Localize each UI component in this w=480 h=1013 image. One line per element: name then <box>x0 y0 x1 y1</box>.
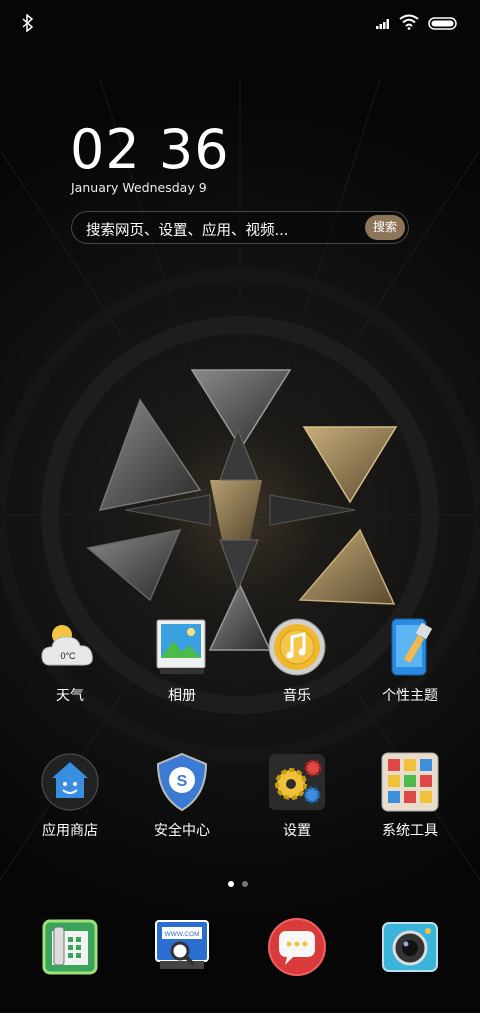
app-label: 音乐 <box>283 688 311 704</box>
weather-icon: 0°C <box>38 615 102 679</box>
app-label: 天气 <box>56 688 84 704</box>
battery-icon <box>428 17 457 30</box>
app-store-icon <box>38 750 102 814</box>
dock-browser[interactable]: WWW.COM <box>134 915 230 979</box>
app-label: 设置 <box>283 823 311 839</box>
app-gallery[interactable]: 相册 <box>134 615 230 705</box>
search-button[interactable]: 搜索 <box>365 215 405 240</box>
system-tools-icon <box>378 750 442 814</box>
app-label: 相册 <box>168 688 196 704</box>
app-label: 安全中心 <box>154 823 210 839</box>
search-placeholder[interactable]: 搜索网页、设置、应用、视频... <box>86 219 288 240</box>
app-store[interactable]: 应用商店 <box>22 750 118 840</box>
app-label: 系统工具 <box>382 823 438 839</box>
app-label: 个性主题 <box>382 688 438 704</box>
gallery-icon <box>150 615 214 679</box>
page-dot[interactable] <box>242 881 248 887</box>
wifi-icon <box>399 14 419 30</box>
music-icon <box>265 615 329 679</box>
page-indicator[interactable] <box>228 872 256 891</box>
svg-text:WWW.COM: WWW.COM <box>164 931 199 938</box>
status-bar <box>0 0 480 50</box>
svg-text:0°C: 0°C <box>60 651 76 661</box>
page-dot-active[interactable] <box>228 881 234 887</box>
svg-text:S: S <box>177 773 188 790</box>
app-label: 应用商店 <box>42 823 98 839</box>
bluetooth-icon <box>22 14 34 32</box>
search-bar[interactable]: 搜索网页、设置、应用、视频... 搜索 <box>71 211 409 244</box>
phone-icon <box>38 915 102 979</box>
app-settings[interactable]: 设置 <box>249 750 345 840</box>
browser-icon: WWW.COM <box>150 915 214 979</box>
app-weather[interactable]: 0°C 天气 <box>22 615 118 705</box>
messages-icon <box>265 915 329 979</box>
app-system-tools[interactable]: 系统工具 <box>362 750 458 840</box>
app-music[interactable]: 音乐 <box>249 615 345 705</box>
app-security[interactable]: S 安全中心 <box>134 750 230 840</box>
signal-icon <box>376 19 389 29</box>
app-themes[interactable]: 个性主题 <box>362 615 458 705</box>
security-icon: S <box>150 750 214 814</box>
clock-time[interactable]: 02 36 <box>70 118 230 182</box>
dock-messages[interactable] <box>249 915 345 979</box>
themes-icon <box>378 615 442 679</box>
settings-icon <box>265 750 329 814</box>
dock-camera[interactable] <box>362 915 458 979</box>
clock-date[interactable]: January Wednesday 9 <box>71 180 207 195</box>
dock-phone[interactable] <box>22 915 118 979</box>
camera-icon <box>378 915 442 979</box>
